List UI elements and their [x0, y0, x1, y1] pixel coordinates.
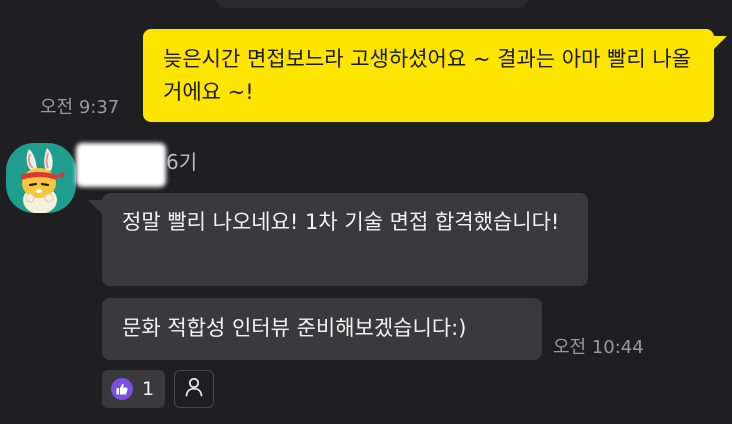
chat-view: 늦은시간 면접보느라 고생하셨어요 ~ 결과는 아마 빨리 나올거에요 ~! 오… [0, 0, 732, 424]
person-icon [183, 376, 205, 402]
like-reaction-button[interactable]: 1 [102, 370, 165, 408]
sender-name: 6기 [166, 150, 198, 174]
my-message-bubble[interactable]: 늦은시간 면접보느라 고생하셨어요 ~ 결과는 아마 빨리 나올거에요 ~! [143, 29, 714, 122]
their-message-bubble[interactable]: 문화 적합성 인터뷰 준비해보겠습니다:) [102, 298, 542, 360]
my-message-tail [713, 36, 727, 50]
their-message-time: 오전 10:44 [553, 337, 644, 358]
their-message-bubble[interactable]: 정말 빨리 나오네요! 1차 기술 면접 합격했습니다! [102, 193, 588, 286]
add-reaction-button[interactable] [174, 370, 214, 408]
my-message-text: 늦은시간 면접보느라 고생하셨어요 ~ 결과는 아마 빨리 나올거에요 ~! [163, 47, 692, 104]
like-count: 1 [142, 378, 155, 400]
redacted-sender-name [76, 143, 166, 187]
their-message-text: 문화 적합성 인터뷰 준비해보겠습니다:) [122, 316, 467, 340]
their-message-tail [88, 200, 102, 214]
thumbs-up-icon [111, 378, 133, 400]
my-message-time: 오전 9:37 [40, 97, 120, 118]
rabbit-avatar-icon[interactable] [6, 143, 76, 213]
previous-message-bubble [214, 0, 530, 8]
their-message-text: 정말 빨리 나오네요! 1차 기술 면접 합격했습니다! [122, 210, 560, 234]
